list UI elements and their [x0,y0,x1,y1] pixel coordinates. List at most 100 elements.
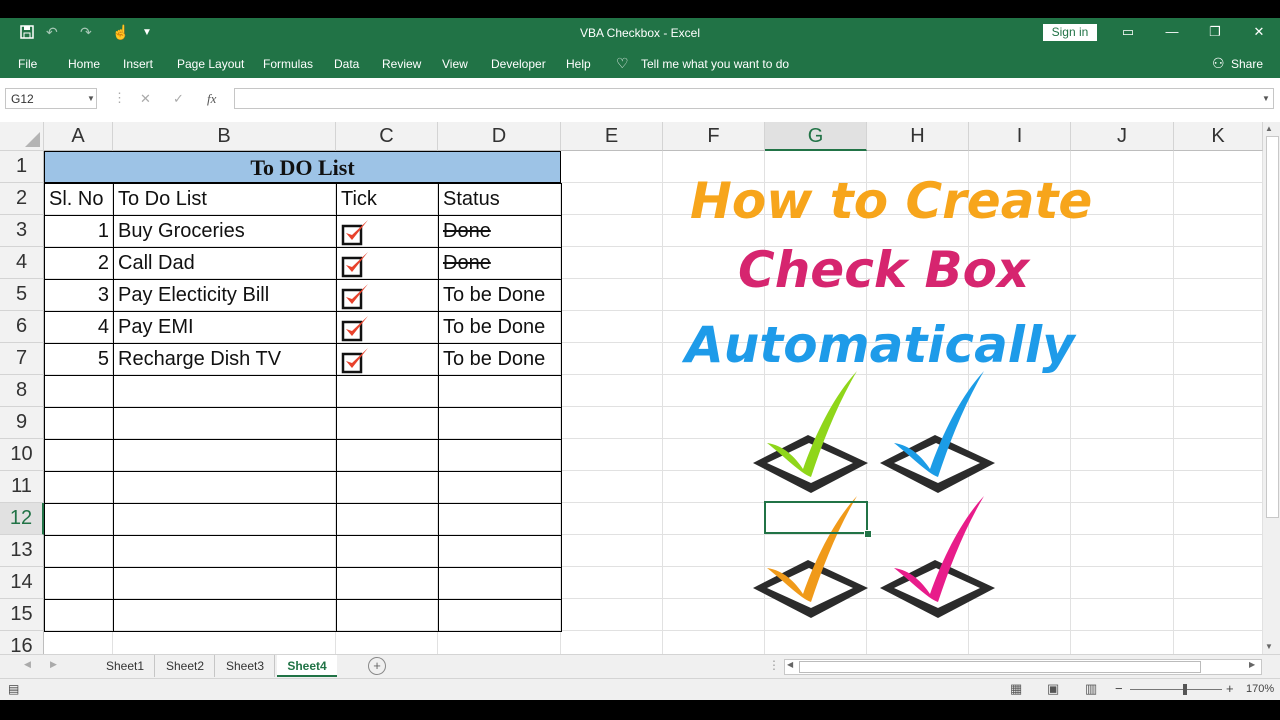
fill-handle[interactable] [864,530,872,538]
row-header-3[interactable]: 3 [0,215,44,247]
checkbox-checked-icon[interactable] [341,346,371,374]
sl-no-cell[interactable]: 1 [44,215,114,248]
status-cell[interactable]: To be Done [438,311,562,344]
column-header-j[interactable]: J [1071,122,1174,151]
row-header-15[interactable]: 15 [0,599,44,631]
empty-table-cell[interactable] [336,407,439,440]
row-header-6[interactable]: 6 [0,311,44,343]
column-header-d[interactable]: D [438,122,561,151]
scroll-right-icon[interactable]: ▶ [1249,660,1255,669]
tick-cell[interactable] [336,279,439,312]
insert-function-icon[interactable]: fx [207,91,216,107]
checkbox-checked-icon[interactable] [341,314,371,342]
restore-icon[interactable]: ❐ [1205,24,1225,40]
formula-input[interactable] [234,88,1274,109]
share-button[interactable]: Share [1231,57,1263,71]
macro-record-icon[interactable]: ▤ [8,682,19,696]
select-all-corner[interactable] [0,122,44,151]
horizontal-scroll-thumb[interactable] [799,661,1201,673]
empty-table-cell[interactable] [44,375,114,408]
tab-data[interactable]: Data [334,57,359,71]
row-header-14[interactable]: 14 [0,567,44,599]
page-layout-view-icon[interactable]: ▣ [1047,681,1059,697]
empty-table-cell[interactable] [438,535,562,568]
normal-view-icon[interactable]: ▦ [1010,681,1022,697]
empty-table-cell[interactable] [336,535,439,568]
scroll-up-icon[interactable]: ▲ [1265,124,1273,133]
empty-table-cell[interactable] [113,375,337,408]
empty-table-cell[interactable] [438,503,562,536]
row-header-1[interactable]: 1 [0,151,44,183]
column-header-g[interactable]: G [765,122,867,151]
zoom-slider-thumb[interactable] [1183,684,1187,695]
row-header-11[interactable]: 11 [0,471,44,503]
status-cell[interactable]: Done [438,215,562,248]
sheet-tab-2[interactable]: Sheet2 [156,655,215,677]
scroll-left-icon[interactable]: ◀ [787,660,793,669]
checkbox-checked-icon[interactable] [341,282,371,310]
row-header-5[interactable]: 5 [0,279,44,311]
horizontal-scrollbar[interactable]: ◀ ▶ [784,659,1262,675]
task-cell[interactable]: Pay Electicity Bill [113,279,337,312]
name-box-dropdown-icon[interactable]: ▼ [87,94,95,103]
empty-table-cell[interactable] [113,535,337,568]
empty-table-cell[interactable] [336,567,439,600]
row-header-10[interactable]: 10 [0,439,44,471]
tell-me-search[interactable]: Tell me what you want to do [641,57,789,71]
column-header-e[interactable]: E [561,122,663,151]
empty-table-cell[interactable] [44,439,114,472]
empty-table-cell[interactable] [113,567,337,600]
empty-table-cell[interactable] [44,407,114,440]
empty-table-cell[interactable] [336,599,439,632]
sheet-tab-4[interactable]: Sheet4 [277,655,337,677]
row-header-7[interactable]: 7 [0,343,44,375]
empty-table-cell[interactable] [336,439,439,472]
tab-view[interactable]: View [442,57,468,71]
row-header-12[interactable]: 12 [0,503,44,535]
tab-review[interactable]: Review [382,57,421,71]
empty-table-cell[interactable] [438,567,562,600]
status-cell[interactable]: To be Done [438,279,562,312]
column-header-h[interactable]: H [867,122,969,151]
to-do-list-header[interactable]: To Do List [113,183,337,216]
task-cell[interactable]: Recharge Dish TV [113,343,337,376]
empty-table-cell[interactable] [438,407,562,440]
column-header-a[interactable]: A [44,122,113,151]
tab-split-handle[interactable]: ⋮ [768,658,780,672]
zoom-in-icon[interactable]: + [1226,681,1234,696]
column-header-b[interactable]: B [113,122,336,151]
row-header-8[interactable]: 8 [0,375,44,407]
tab-file[interactable]: File [18,57,37,71]
ribbon-display-options-icon[interactable]: ▭ [1118,24,1138,40]
zoom-out-icon[interactable]: − [1115,681,1123,696]
empty-table-cell[interactable] [44,567,114,600]
tick-cell[interactable] [336,215,439,248]
row-header-13[interactable]: 13 [0,535,44,567]
sl-no-cell[interactable]: 3 [44,279,114,312]
empty-table-cell[interactable] [336,471,439,504]
sheet-tab-3[interactable]: Sheet3 [216,655,275,677]
sheet-tab-1[interactable]: Sheet1 [96,655,155,677]
tab-home[interactable]: Home [68,57,100,71]
add-sheet-icon[interactable]: + [368,657,386,675]
column-header-c[interactable]: C [336,122,438,151]
prev-sheet-icon[interactable]: ◀ [24,659,31,670]
sign-in-button[interactable]: Sign in [1043,24,1097,41]
tab-insert[interactable]: Insert [123,57,153,71]
zoom-level[interactable]: 170% [1246,683,1274,695]
empty-table-cell[interactable] [438,471,562,504]
empty-table-cell[interactable] [113,471,337,504]
empty-table-cell[interactable] [44,599,114,632]
sl-no-cell[interactable]: 5 [44,343,114,376]
tick-cell[interactable] [336,247,439,280]
task-cell[interactable]: Buy Groceries [113,215,337,248]
empty-table-cell[interactable] [113,439,337,472]
column-header-k[interactable]: K [1174,122,1263,151]
expand-formula-bar-icon[interactable]: ▼ [1262,94,1270,103]
empty-table-cell[interactable] [44,471,114,504]
empty-table-cell[interactable] [438,375,562,408]
empty-table-cell[interactable] [438,439,562,472]
tab-help[interactable]: Help [566,57,591,71]
page-break-view-icon[interactable]: ▥ [1085,681,1097,697]
zoom-slider[interactable] [1130,689,1222,690]
